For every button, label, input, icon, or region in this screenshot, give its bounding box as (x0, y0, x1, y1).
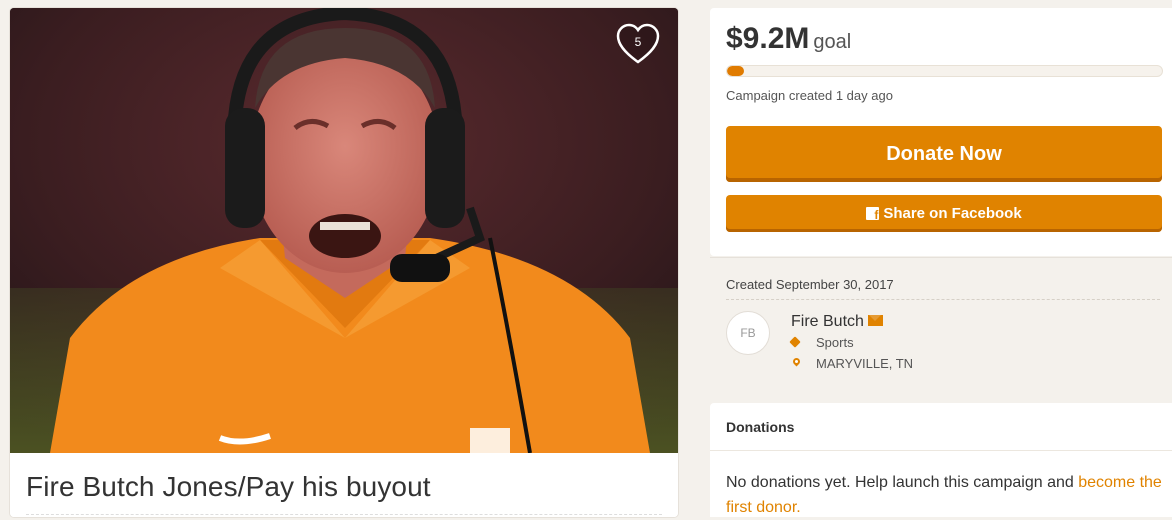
facebook-icon (866, 207, 880, 222)
no-donations-text: No donations yet. Help launch this campa… (726, 470, 1166, 520)
title-bar: Fire Butch Jones/Pay his buyout (10, 453, 678, 517)
goal-card: $9.2M goal Campaign created 1 day ago Don… (710, 8, 1172, 256)
progress-fill (727, 66, 745, 76)
donations-card: Donations No donations yet. Help launch … (710, 403, 1172, 517)
share-facebook-button[interactable]: Share on Facebook (726, 195, 1162, 232)
divider (26, 514, 662, 515)
campaign-photo: 5 (10, 8, 678, 453)
share-facebook-label: Share on Facebook (883, 205, 1022, 222)
location-row: MARYVILLE, TN (791, 356, 913, 371)
category-row: Sports (791, 335, 854, 350)
goal-amount: $9.2M (726, 22, 810, 55)
donations-heading: Donations (726, 419, 795, 435)
favorite-heart-icon[interactable]: 5 (614, 22, 662, 66)
campaign-created-ago: Campaign created 1 day ago (726, 88, 893, 103)
divider (726, 299, 1160, 300)
divider (710, 450, 1172, 451)
created-date: Created September 30, 2017 (726, 277, 894, 292)
campaign-title: Fire Butch Jones/Pay his buyout (26, 471, 431, 502)
organizer[interactable]: Fire Butch (791, 313, 883, 331)
goal-line: $9.2M goal (726, 22, 851, 56)
map-pin-icon (791, 358, 803, 370)
no-donations-message: No donations yet. Help launch this campa… (726, 474, 1079, 491)
mail-icon[interactable] (867, 315, 883, 327)
favorite-count: 5 (634, 35, 642, 49)
campaign-card: 5 Fire Butch Jones/Pay his buyout (10, 8, 678, 517)
avatar: FB (726, 311, 770, 355)
progress-bar (726, 65, 1163, 77)
tag-icon (791, 337, 803, 349)
donate-now-button[interactable]: Donate Now (726, 126, 1162, 182)
category-label: Sports (816, 335, 854, 350)
campaign-info: Created September 30, 2017 FB Fire Butch… (710, 257, 1172, 398)
location-label: MARYVILLE, TN (816, 356, 914, 371)
organizer-name[interactable]: Fire Butch (791, 313, 864, 330)
goal-label: goal (813, 31, 852, 53)
